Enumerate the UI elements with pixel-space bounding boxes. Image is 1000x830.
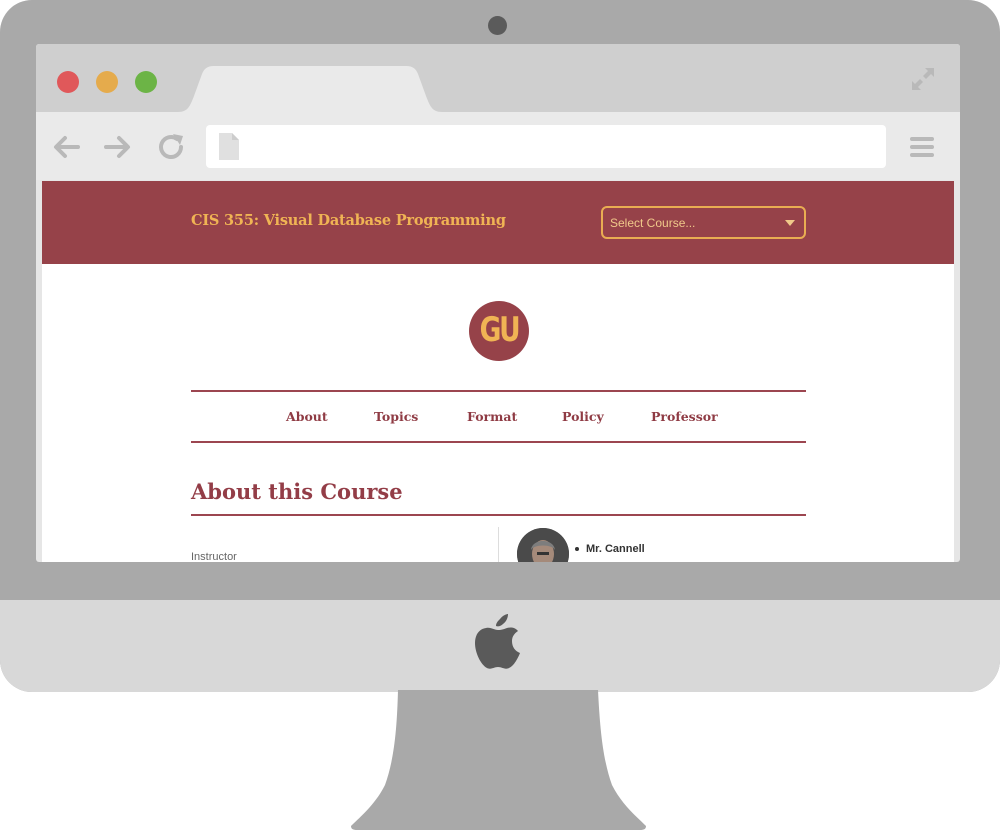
nav-link-about[interactable]: About [286,409,328,424]
nav-link-professor[interactable]: Professor [651,409,718,424]
instructor-label: Instructor [191,551,237,562]
arrow-right-icon[interactable] [102,131,134,163]
section-divider [191,514,806,516]
monitor-stand [351,690,646,830]
camera [488,16,507,35]
nav-link-topics[interactable]: Topics [374,409,418,424]
site-title[interactable]: CIS 355: Visual Database Programming [191,212,506,229]
monitor: CIS 355: Visual Database Programming Sel… [0,0,1000,692]
nav-link-policy[interactable]: Policy [562,409,604,424]
professor-name-text: Mr. Cannell [586,543,645,555]
bullet-icon [575,547,579,552]
logo-text: GU [479,310,521,350]
reload-icon[interactable] [155,131,187,163]
chevron-down-icon [785,220,795,226]
nav-link-format[interactable]: Format [467,409,517,424]
professor-photo [517,528,569,562]
arrow-left-icon[interactable] [50,131,82,163]
minimize-window-button[interactable] [96,71,118,93]
hamburger-menu-icon[interactable] [908,133,936,161]
browser-window: CIS 355: Visual Database Programming Sel… [36,44,960,562]
main-nav: About Topics Format Policy Professor [191,390,806,443]
professor-name[interactable]: Mr. Cannell [575,543,645,555]
browser-toolbar [36,112,960,180]
apple-logo-icon [475,614,520,669]
section-title: About this Course [191,479,403,504]
maximize-window-button[interactable] [135,71,157,93]
page-viewport: CIS 355: Visual Database Programming Sel… [42,181,954,562]
close-window-button[interactable] [57,71,79,93]
course-select[interactable]: Select Course... [601,206,806,239]
expand-icon[interactable] [908,64,938,94]
address-bar[interactable] [206,125,886,168]
site-header: CIS 355: Visual Database Programming Sel… [42,181,954,264]
avatar [517,528,569,562]
column-divider [498,527,499,562]
page-icon [219,133,239,160]
browser-titlebar [36,44,960,112]
browser-tab[interactable] [178,66,442,112]
gu-logo: GU [469,301,529,361]
course-select-value: Select Course... [610,216,696,230]
